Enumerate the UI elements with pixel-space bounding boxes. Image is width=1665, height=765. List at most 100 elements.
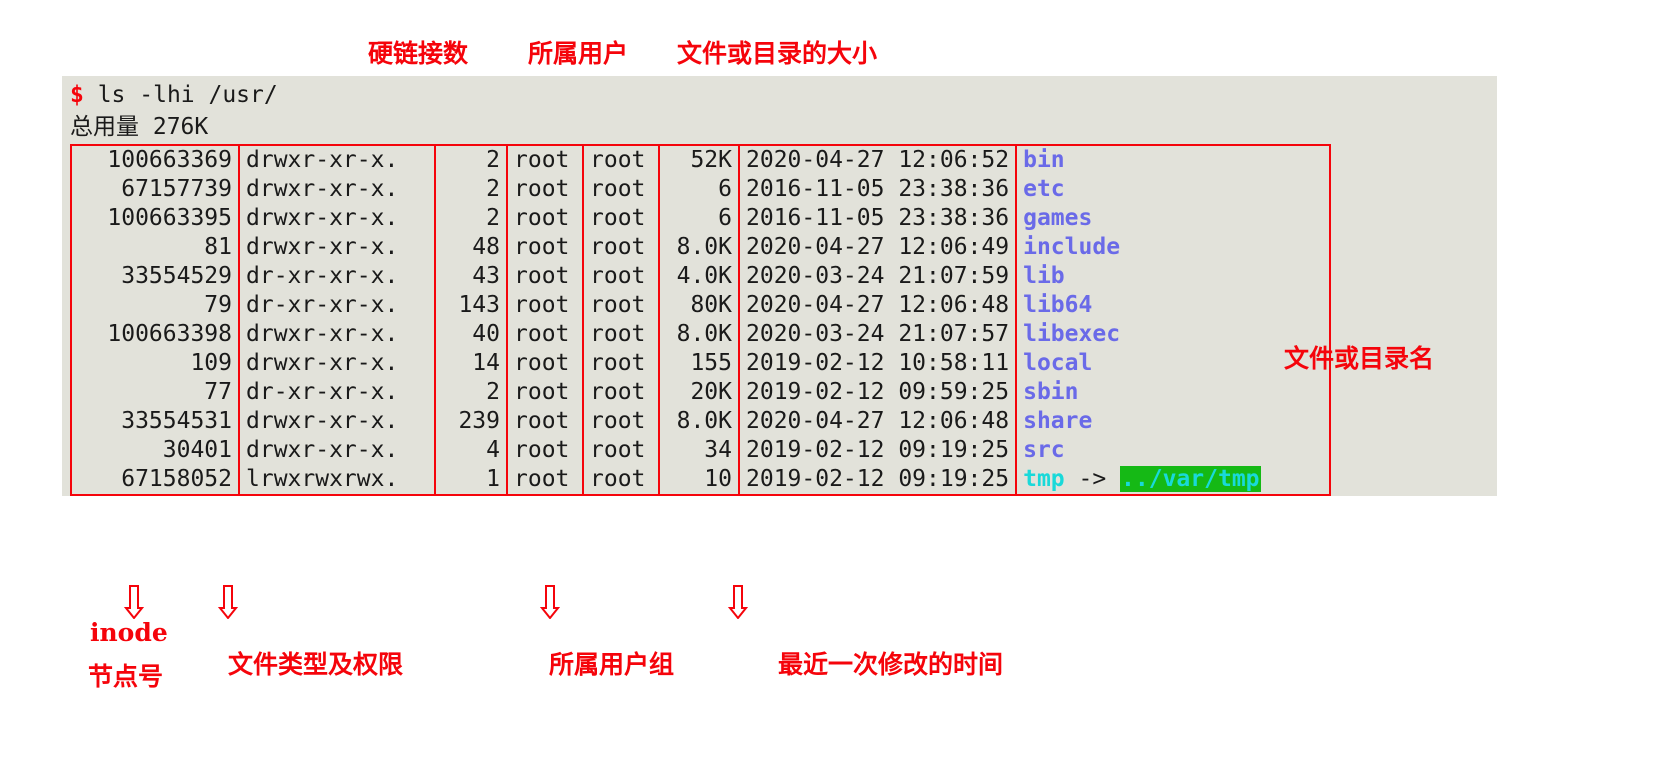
filename: sbin: [1023, 379, 1079, 405]
file-listing-table: 100663369 drwxr-xr-x. 2 root root 52K 20…: [70, 144, 1332, 496]
symlink-arrow: ->: [1064, 466, 1121, 492]
table-row[interactable]: 33554531 drwxr-xr-x. 239 root root 8.0K …: [71, 407, 1332, 436]
cell-name: libexec: [1015, 320, 1332, 349]
cell-name: local: [1015, 349, 1332, 378]
annotation-label-group: 所属用户组: [549, 650, 675, 679]
cell-size: 8.0K: [658, 320, 739, 349]
cell-perm: dr-xr-xr-x.: [238, 262, 435, 291]
annotation-label-size: 文件或目录的大小: [677, 39, 878, 68]
cell-inode: 100663398: [107, 321, 232, 347]
filename: include: [1023, 234, 1121, 260]
cell-size: 8.0K: [658, 233, 739, 262]
cell-group: root: [582, 320, 659, 349]
cell-time: 2019-02-12 09:59:25: [737, 378, 1017, 407]
cell-perm: drwxr-xr-x.: [238, 233, 435, 262]
cell-links: 40: [434, 320, 507, 349]
cell-perm: drwxr-xr-x.: [238, 436, 435, 465]
cell-links: 239: [434, 407, 507, 436]
table-row[interactable]: 81 drwxr-xr-x. 48 root root 8.0K 2020-04…: [71, 233, 1332, 262]
cell-group: root: [582, 465, 659, 496]
cell-name: lib64: [1015, 291, 1332, 320]
arrow-down-inode-icon: [124, 585, 144, 619]
cell-name: sbin: [1015, 378, 1332, 407]
cell-user: root: [506, 378, 583, 407]
filename: share: [1023, 408, 1093, 434]
table-row[interactable]: 109 drwxr-xr-x. 14 root root 155 2019-02…: [71, 349, 1332, 378]
table-row[interactable]: 30401 drwxr-xr-x. 4 root root 34 2019-02…: [71, 436, 1332, 465]
table-row[interactable]: 100663369 drwxr-xr-x. 2 root root 52K 20…: [71, 144, 1332, 175]
cell-links: 2: [434, 378, 507, 407]
table-row[interactable]: 67157739 drwxr-xr-x. 2 root root 6 2016-…: [71, 175, 1332, 204]
arrow-down-group-icon: [540, 585, 560, 619]
cell-user: root: [506, 233, 583, 262]
table-row[interactable]: 67158052 lrwxrwxrwx. 1 root root 10 2019…: [71, 465, 1332, 496]
cell-user: root: [506, 436, 583, 465]
table-row[interactable]: 33554529 dr-xr-xr-x. 43 root root 4.0K 2…: [71, 262, 1332, 291]
table-row[interactable]: 100663398 drwxr-xr-x. 40 root root 8.0K …: [71, 320, 1332, 349]
cell-size: 10: [658, 465, 739, 496]
cell-size: 4.0K: [658, 262, 739, 291]
filename: bin: [1023, 147, 1065, 173]
cell-time: 2020-04-27 12:06:48: [737, 291, 1017, 320]
cell-group: root: [582, 262, 659, 291]
cell-group: root: [582, 233, 659, 262]
cell-time: 2019-02-12 09:19:25: [737, 465, 1017, 496]
cell-time: 2020-03-24 21:07:57: [737, 320, 1017, 349]
filename: lib: [1023, 263, 1065, 289]
cell-time: 2016-11-05 23:38:36: [737, 175, 1017, 204]
cell-inode: 79: [204, 292, 232, 318]
cell-inode: 67158052: [71, 465, 239, 496]
cell-name: tmp -> ../var/tmp: [1015, 465, 1332, 496]
cell-user: root: [506, 407, 583, 436]
cell-size: 8.0K: [658, 407, 739, 436]
cell-name: games: [1015, 204, 1332, 233]
cell-time: 2016-11-05 23:38:36: [737, 204, 1017, 233]
cell-inode: 100663369: [71, 144, 239, 175]
cell-name: include: [1015, 233, 1332, 262]
cell-perm: drwxr-xr-x.: [238, 175, 435, 204]
cell-inode: 109: [190, 350, 232, 376]
filename: lib64: [1023, 292, 1093, 318]
filename: etc: [1023, 176, 1065, 202]
file-listing-body: 100663369 drwxr-xr-x. 2 root root 52K 20…: [71, 144, 1332, 496]
cell-name: lib: [1015, 262, 1332, 291]
cell-name: share: [1015, 407, 1332, 436]
cell-group: root: [582, 291, 659, 320]
cell-size: 6: [658, 204, 739, 233]
cell-name: src: [1015, 436, 1332, 465]
cell-name: bin: [1015, 144, 1332, 175]
terminal-window: $ ls -lhi /usr/ 总用量 276K 100663369 drwxr…: [62, 76, 1497, 496]
cell-user: root: [506, 144, 583, 175]
annotation-label-inode-line2: 节点号: [88, 662, 164, 691]
cell-inode: 67157739: [121, 176, 232, 202]
cell-links: 2: [434, 144, 507, 175]
arrow-down-permissions-icon: [218, 585, 238, 619]
cell-perm: drwxr-xr-x.: [238, 204, 435, 233]
cell-links: 143: [434, 291, 507, 320]
filename: local: [1023, 350, 1093, 376]
filename: src: [1023, 437, 1065, 463]
cell-group: root: [582, 378, 659, 407]
cell-perm: drwxr-xr-x.: [238, 407, 435, 436]
table-row[interactable]: 77 dr-xr-xr-x. 2 root root 20K 2019-02-1…: [71, 378, 1332, 407]
cell-links: 48: [434, 233, 507, 262]
cell-inode: 33554531: [121, 408, 232, 434]
cell-time: 2020-04-27 12:06:49: [737, 233, 1017, 262]
table-row[interactable]: 100663395 drwxr-xr-x. 2 root root 6 2016…: [71, 204, 1332, 233]
cell-inode: 30401: [162, 437, 232, 463]
cell-perm: dr-xr-xr-x.: [238, 291, 435, 320]
cell-perm: dr-xr-xr-x.: [238, 378, 435, 407]
cell-links: 43: [434, 262, 507, 291]
arrow-down-mtime-icon: [728, 585, 748, 619]
cell-time: 2019-02-12 10:58:11: [737, 349, 1017, 378]
cell-group: root: [582, 407, 659, 436]
annotation-label-owner-user: 所属用户: [528, 39, 629, 68]
cell-user: root: [506, 291, 583, 320]
cell-links: 1: [434, 465, 507, 496]
cell-links: 2: [434, 204, 507, 233]
annotation-label-inode-line1: inode: [90, 618, 168, 647]
table-row[interactable]: 79 dr-xr-xr-x. 143 root root 80K 2020-04…: [71, 291, 1332, 320]
symlink-target: ../var/tmp: [1120, 466, 1261, 492]
cell-group: root: [582, 436, 659, 465]
cell-size: 20K: [658, 378, 739, 407]
